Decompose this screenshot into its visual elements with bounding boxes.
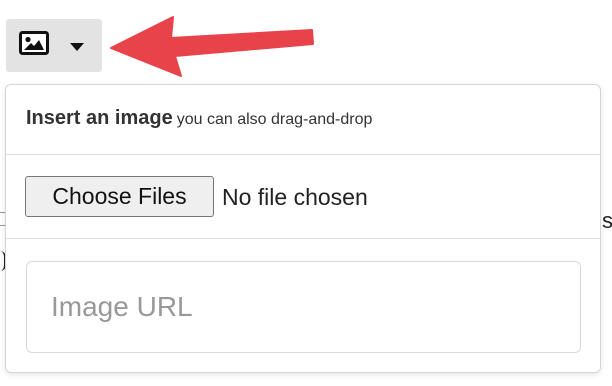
file-upload-row: Choose Files No file chosen	[6, 155, 600, 239]
background-fragment: s	[602, 208, 612, 233]
image-url-row	[6, 239, 600, 373]
popover-title: Insert an image you can also drag-and-dro…	[26, 107, 372, 130]
red-arrow-annotation	[105, 8, 320, 83]
image-url-input[interactable]	[26, 261, 581, 353]
choose-files-button[interactable]: Choose Files	[25, 176, 214, 217]
file-status-text: No file chosen	[222, 184, 368, 210]
insert-image-button[interactable]	[6, 19, 102, 72]
caret-down-icon[interactable]	[70, 38, 84, 56]
popover-subtitle: you can also drag-and-drop	[176, 111, 373, 128]
image-icon	[19, 31, 49, 60]
popover-header: Insert an image you can also drag-and-dro…	[6, 85, 600, 155]
insert-image-popover: Insert an image you can also drag-and-dro…	[5, 84, 601, 373]
popover-title-text: Insert an image	[26, 107, 173, 129]
